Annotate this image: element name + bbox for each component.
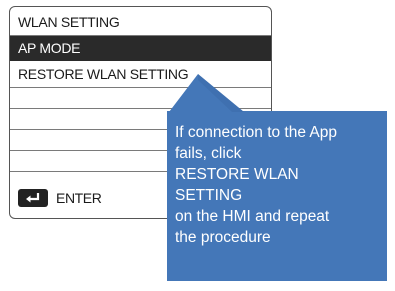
callout-message: If connection to the App fails, click RE… [175,122,380,248]
callout-line: RESTORE WLAN [175,166,299,183]
callout-line: on the HMI and repeat [175,208,330,225]
callout-line: SETTING [175,187,243,204]
callout-line: fails, click [175,145,242,162]
callout-line: If connection to the App [175,124,338,141]
callout-line: the procedure [175,229,271,246]
